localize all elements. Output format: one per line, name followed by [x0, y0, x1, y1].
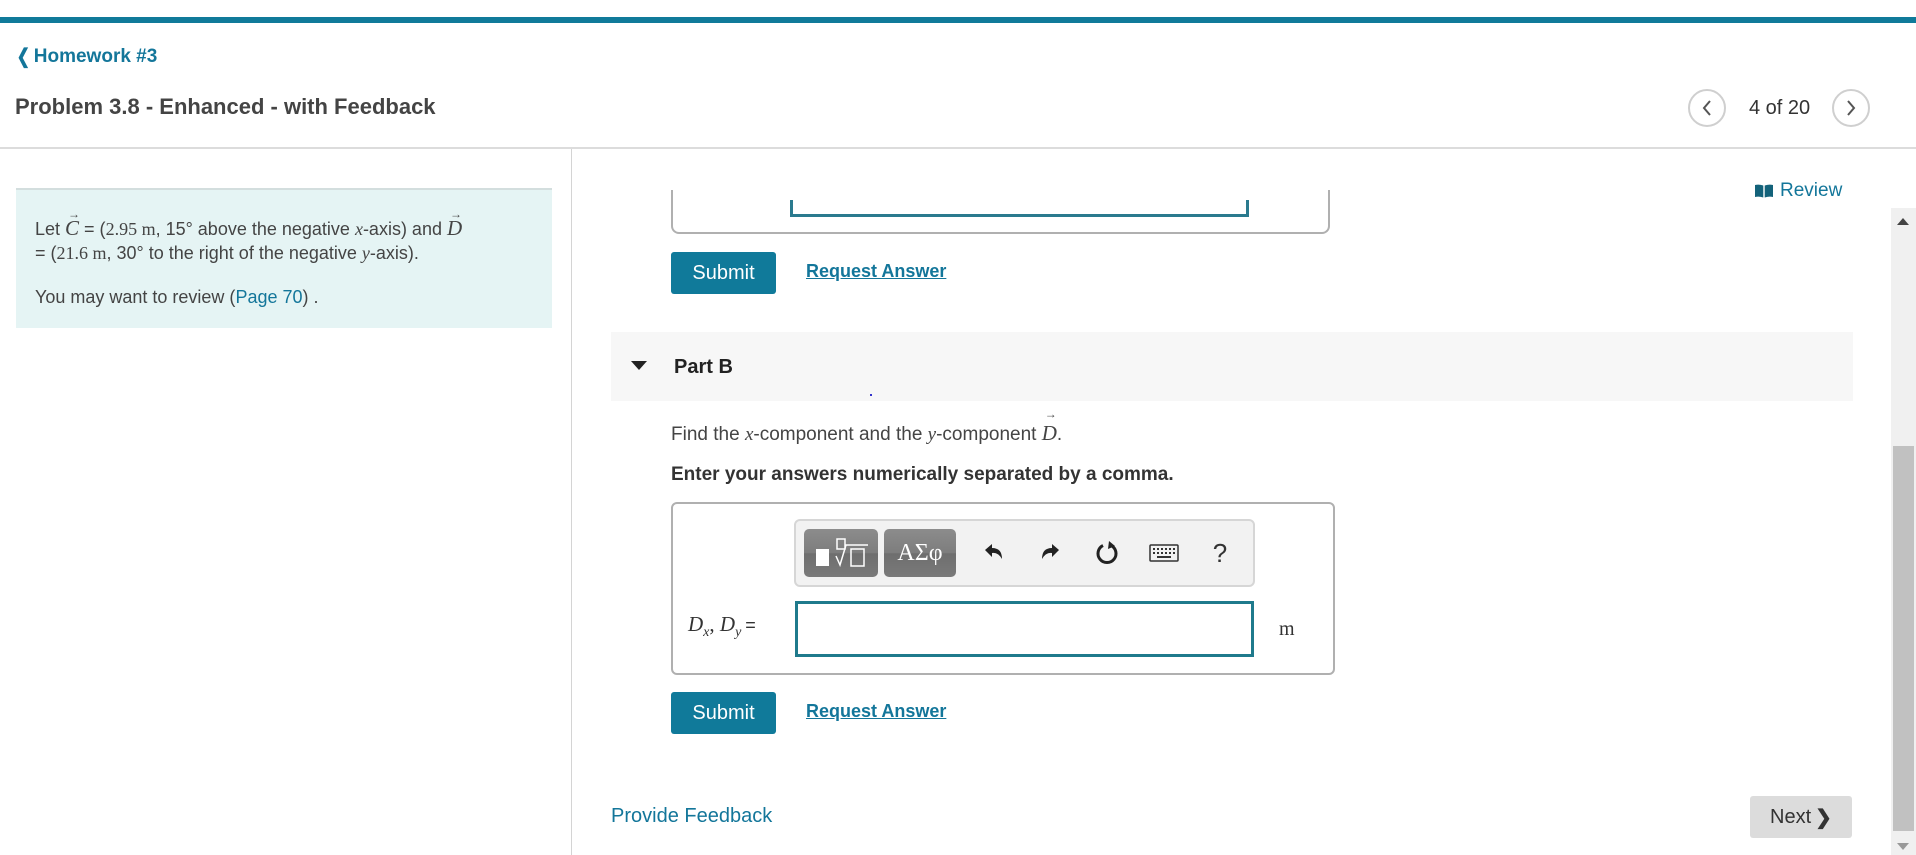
text: = (: [79, 219, 106, 239]
text: Let: [35, 219, 66, 239]
page-70-link[interactable]: Page 70: [235, 287, 302, 307]
answer-label: Dx, Dy =: [688, 612, 756, 641]
reset-button[interactable]: [1089, 535, 1125, 571]
chevron-left-icon: ❮: [16, 46, 31, 68]
redo-icon: [1042, 544, 1059, 559]
undo-icon: [985, 544, 1002, 559]
next-label: Next: [1770, 805, 1812, 828]
x-var: x: [354, 219, 363, 239]
part-b-title: Part B: [674, 356, 733, 378]
text: -component: [936, 424, 1042, 445]
help-button[interactable]: ?: [1202, 535, 1238, 571]
review-link[interactable]: Review: [1754, 180, 1842, 202]
y-var: y: [361, 243, 370, 263]
part-a-answer-input[interactable]: [790, 200, 1249, 217]
cursor-dot: [870, 394, 872, 396]
text: = (: [35, 243, 57, 263]
part-a-submit-button[interactable]: Submit: [671, 252, 776, 294]
d-var: D: [719, 612, 736, 636]
keyboard-button[interactable]: [1146, 535, 1182, 571]
text: .: [1056, 424, 1063, 445]
text: ) .: [302, 287, 319, 307]
problem-title: Problem 3.8 - Enhanced - with Feedback: [15, 94, 436, 119]
review-hint: You may want to review (Page 70) .: [35, 285, 533, 309]
text: -axis).: [369, 243, 419, 263]
dx-dy-answer-input[interactable]: [795, 601, 1254, 657]
scroll-down-arrow-icon[interactable]: [1897, 843, 1909, 850]
vector-d: D: [1042, 407, 1057, 446]
part-b-request-answer-link[interactable]: Request Answer: [806, 701, 946, 722]
templates-button[interactable]: [804, 529, 878, 577]
text: You may want to review (: [35, 287, 236, 307]
part-b-header[interactable]: Part B: [611, 332, 1853, 401]
chevron-left-icon: [1702, 100, 1711, 116]
previous-problem-button[interactable]: [1688, 89, 1726, 127]
d-angle: , 30° to the right of the negative: [106, 243, 362, 263]
greek-symbols-button[interactable]: ΑΣφ: [884, 529, 956, 577]
vertical-scrollbar[interactable]: [1891, 208, 1916, 855]
d-magnitude: 21.6 m: [56, 243, 107, 263]
c-magnitude: 2.95 m: [105, 219, 156, 239]
math-toolbar: ΑΣφ ?: [794, 519, 1255, 587]
next-button[interactable]: Next ❯: [1750, 796, 1852, 838]
back-to-homework-link[interactable]: ❮ Homework #3: [15, 44, 158, 69]
chevron-right-icon: ❯: [1815, 806, 1832, 829]
templates-sqrt-icon: [816, 538, 868, 568]
keyboard-icon: [1149, 544, 1179, 562]
c-angle: , 15° above the negative: [155, 219, 355, 239]
reset-icon: [1096, 541, 1118, 565]
book-icon: [1754, 184, 1774, 198]
problem-statement: Let C = (2.95 m, 15° above the negative …: [35, 202, 533, 265]
part-b-instruction: Enter your answers numerically separated…: [671, 464, 1174, 485]
part-a-request-answer-link[interactable]: Request Answer: [806, 261, 946, 282]
d-var: D: [688, 612, 704, 636]
y-sub: y: [735, 625, 742, 641]
vector-d: D: [447, 202, 462, 240]
undo-button[interactable]: [976, 535, 1012, 571]
equals: =: [745, 615, 756, 635]
part-b-question: Find the x-component and the y-component…: [671, 407, 1063, 446]
text: -component and the: [753, 424, 928, 445]
next-problem-button[interactable]: [1832, 89, 1871, 127]
redo-button[interactable]: [1032, 535, 1068, 571]
pager-position: 4 of 20: [1749, 96, 1811, 119]
y-var: y: [927, 424, 937, 445]
chevron-right-icon: [1847, 100, 1856, 116]
scrollbar-thumb[interactable]: [1893, 446, 1914, 831]
text: Find the: [671, 424, 745, 445]
review-label: Review: [1780, 180, 1843, 201]
part-b-submit-button[interactable]: Submit: [671, 692, 776, 734]
problem-pager: 4 of 20: [1688, 89, 1871, 127]
provide-feedback-link[interactable]: Provide Feedback: [611, 805, 772, 828]
back-link-label: Homework #3: [33, 45, 158, 67]
problem-intro: Let C = (2.95 m, 15° above the negative …: [16, 188, 552, 328]
sep: ,: [709, 612, 720, 636]
unit-label: m: [1279, 618, 1295, 640]
text: -axis) and: [362, 219, 447, 239]
panel-divider: [571, 149, 572, 855]
scroll-up-arrow-icon[interactable]: [1897, 218, 1909, 225]
header-divider: [0, 147, 1916, 149]
caret-down-icon: [631, 361, 647, 370]
top-accent-bar: [0, 17, 1916, 23]
vector-c: C: [65, 202, 80, 240]
